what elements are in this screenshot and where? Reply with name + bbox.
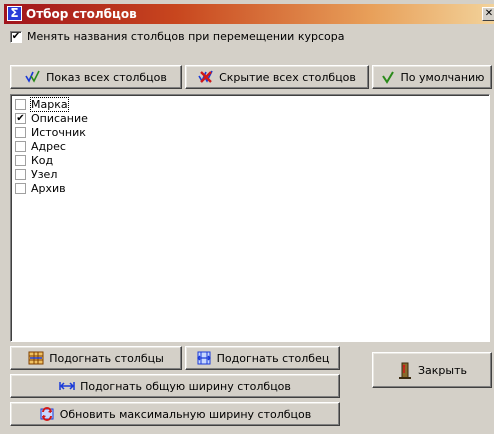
list-item[interactable]: Марка	[15, 97, 475, 112]
dialog-title: Отбор столбцов	[26, 7, 137, 21]
rename-on-cursor-option[interactable]: ✔ Менять названия столбцов при перемещен…	[10, 29, 490, 45]
check-icon	[380, 69, 396, 85]
door-exit-icon	[397, 362, 413, 379]
double-check-icon	[25, 69, 41, 85]
list-item[interactable]: Источник	[15, 126, 475, 140]
hide-all-columns-label: Скрытие всех столбцов	[219, 70, 356, 84]
close-button[interactable]: Закрыть	[372, 352, 492, 388]
column-selection-dialog: Σ Отбор столбцов ✕ ✔ Менять названия сто…	[0, 0, 494, 434]
column-label: Описание	[31, 112, 88, 125]
column-label: Марка	[30, 97, 69, 112]
fit-column-button[interactable]: Подогнать столбец	[185, 346, 340, 370]
default-columns-label: По умолчанию	[400, 70, 485, 84]
fit-total-width-button[interactable]: Подогнать общую ширину столбцов	[10, 374, 340, 398]
list-item[interactable]: Код	[15, 154, 475, 168]
sigma-app-icon: Σ	[7, 6, 22, 21]
column-label: Код	[31, 154, 54, 167]
fit-columns-button[interactable]: Подогнать столбцы	[10, 346, 182, 370]
hide-columns-icon	[198, 69, 214, 85]
column-label: Узел	[31, 168, 58, 181]
column-fit-icon	[196, 350, 212, 366]
list-item[interactable]: Узел	[15, 168, 475, 182]
column-checkbox[interactable]	[15, 127, 26, 138]
column-checkbox[interactable]: ✔	[15, 113, 26, 124]
column-checkbox[interactable]	[15, 99, 26, 110]
column-label: Архив	[31, 182, 66, 195]
hide-all-columns-button[interactable]: Скрытие всех столбцов	[185, 65, 369, 89]
column-checkbox[interactable]	[15, 183, 26, 194]
column-checkbox[interactable]	[15, 141, 26, 152]
fit-columns-label: Подогнать столбцы	[49, 351, 164, 365]
grid-fit-icon	[28, 350, 44, 366]
rename-on-cursor-checkbox[interactable]: ✔	[10, 31, 22, 43]
show-all-columns-label: Показ всех столбцов	[46, 70, 167, 84]
refresh-icon	[39, 406, 55, 422]
fit-column-label: Подогнать столбец	[216, 351, 330, 365]
columns-list[interactable]: Марка ✔ Описание Источник Адрес Код Узел…	[10, 94, 490, 342]
list-item[interactable]: Адрес	[15, 140, 475, 154]
close-label: Закрыть	[418, 363, 467, 377]
refresh-max-width-label: Обновить максимальную ширину столбцов	[59, 407, 312, 421]
list-item[interactable]: Архив	[15, 182, 475, 196]
column-checkbox[interactable]	[15, 155, 26, 166]
column-label: Источник	[31, 126, 86, 139]
refresh-max-width-button[interactable]: Обновить максимальную ширину столбцов	[10, 402, 340, 426]
show-all-columns-button[interactable]: Показ всех столбцов	[10, 65, 182, 89]
list-item[interactable]: ✔ Описание	[15, 112, 475, 126]
title-bar[interactable]: Σ Отбор столбцов ✕	[4, 4, 494, 24]
default-columns-button[interactable]: По умолчанию	[372, 65, 492, 89]
column-label: Адрес	[31, 140, 66, 153]
width-arrows-icon	[59, 378, 75, 394]
close-icon[interactable]: ✕	[482, 7, 494, 21]
fit-total-width-label: Подогнать общую ширину столбцов	[80, 379, 291, 393]
rename-on-cursor-label: Менять названия столбцов при перемещении…	[27, 30, 345, 43]
column-checkbox[interactable]	[15, 169, 26, 180]
